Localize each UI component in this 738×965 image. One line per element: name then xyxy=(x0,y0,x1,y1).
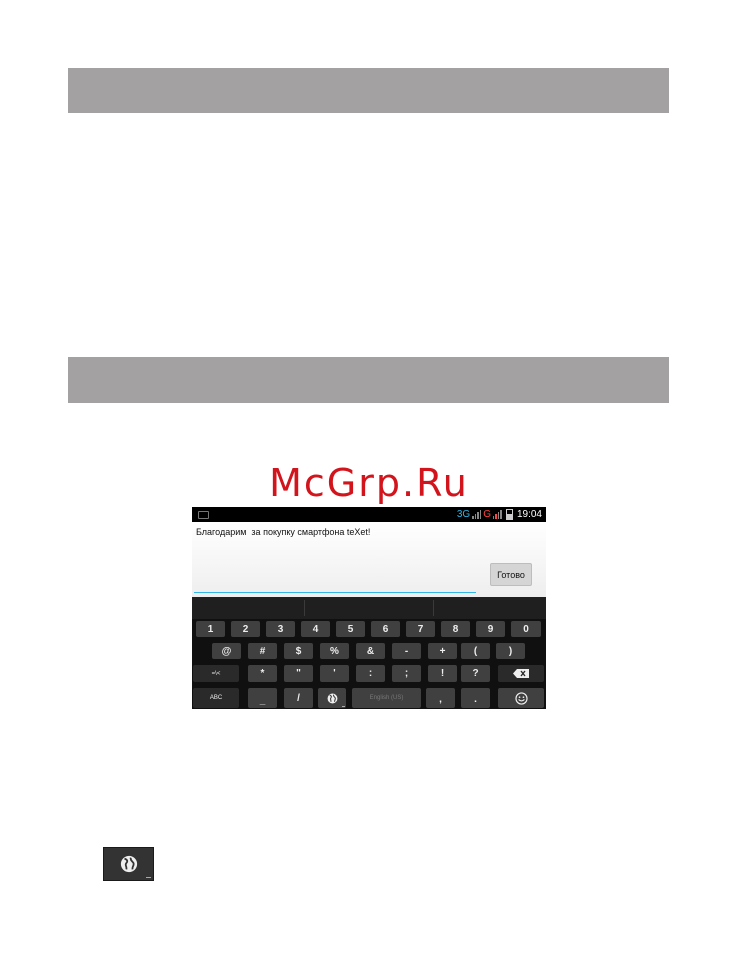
notification-icon xyxy=(198,511,209,519)
network-type-2: G xyxy=(483,509,491,520)
key-1[interactable]: 1 xyxy=(196,621,225,637)
language-key-example xyxy=(103,847,154,881)
key-comma[interactable]: , xyxy=(426,688,455,708)
key-asterisk[interactable]: * xyxy=(248,665,277,682)
key-4[interactable]: 4 xyxy=(301,621,330,637)
key-plus[interactable]: + xyxy=(428,643,457,659)
key-single-quote[interactable]: ' xyxy=(320,665,349,682)
key-colon[interactable]: : xyxy=(356,665,385,682)
emoji-key[interactable] xyxy=(498,688,544,708)
globe-icon xyxy=(327,693,337,703)
key-close-paren[interactable]: ) xyxy=(496,643,525,659)
backspace-icon xyxy=(513,669,529,678)
key-6[interactable]: 6 xyxy=(371,621,400,637)
language-key[interactable] xyxy=(318,688,346,708)
key-5[interactable]: 5 xyxy=(336,621,365,637)
phone-screenshot: 3G G 19:04 Благодарим за покупку смартфо… xyxy=(192,507,546,709)
backspace-key[interactable] xyxy=(498,665,544,682)
key-minus[interactable]: - xyxy=(392,643,421,659)
key-at[interactable]: @ xyxy=(212,643,241,659)
keyboard: 1 2 3 4 5 6 7 8 9 0 @ # $ % & - + ( ) =\… xyxy=(192,619,546,709)
clock: 19:04 xyxy=(516,509,542,520)
key-0[interactable]: 0 xyxy=(511,621,541,637)
abc-key[interactable]: ABC xyxy=(193,688,239,708)
key-percent[interactable]: % xyxy=(320,643,349,659)
section-header-bar-1 xyxy=(68,68,669,113)
space-key[interactable]: English (US) xyxy=(352,688,421,708)
key-corner-marker xyxy=(146,877,151,878)
watermark: McGrp.Ru xyxy=(269,461,469,505)
text-field-content[interactable]: Благодарим за покупку смартфона teXet! xyxy=(196,527,370,537)
key-hash[interactable]: # xyxy=(248,643,277,659)
key-7[interactable]: 7 xyxy=(406,621,435,637)
key-8[interactable]: 8 xyxy=(441,621,470,637)
globe-icon xyxy=(120,855,137,873)
signal-icon-2 xyxy=(492,510,502,519)
key-semicolon[interactable]: ; xyxy=(392,665,421,682)
text-edit-area[interactable]: Благодарим за покупку смартфона teXet! Г… xyxy=(192,522,546,597)
key-dollar[interactable]: $ xyxy=(284,643,313,659)
network-type-1: 3G xyxy=(456,509,471,520)
key-slash[interactable]: / xyxy=(284,688,313,708)
key-double-quote[interactable]: " xyxy=(284,665,313,682)
key-3[interactable]: 3 xyxy=(266,621,295,637)
done-button[interactable]: Готово xyxy=(490,563,532,586)
more-symbols-key[interactable]: =\< xyxy=(193,665,239,682)
key-open-paren[interactable]: ( xyxy=(461,643,490,659)
key-ampersand[interactable]: & xyxy=(356,643,385,659)
smiley-icon xyxy=(514,691,528,705)
key-period[interactable]: . xyxy=(461,688,490,708)
key-exclamation[interactable]: ! xyxy=(428,665,457,682)
battery-icon xyxy=(505,509,513,520)
key-question[interactable]: ? xyxy=(461,665,490,682)
key-2[interactable]: 2 xyxy=(231,621,260,637)
suggestion-divider xyxy=(304,600,305,616)
suggestion-strip xyxy=(192,597,546,619)
section-header-bar-2 xyxy=(68,357,669,403)
key-9[interactable]: 9 xyxy=(476,621,505,637)
suggestion-divider xyxy=(433,600,434,616)
key-underscore[interactable]: _ xyxy=(248,688,277,708)
signal-icon xyxy=(472,510,482,519)
key-corner-marker xyxy=(342,706,345,707)
status-bar: 3G G 19:04 xyxy=(192,507,546,522)
text-field-underline xyxy=(194,592,476,593)
